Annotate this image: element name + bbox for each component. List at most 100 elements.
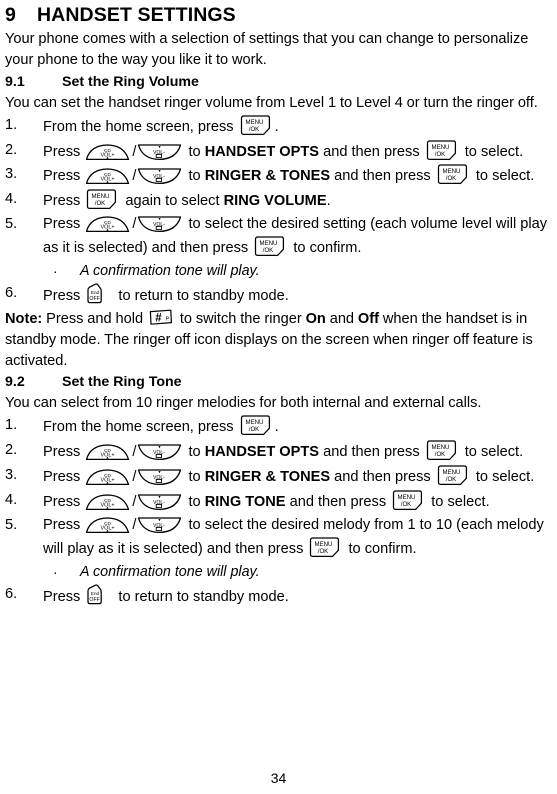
step-text: and then press xyxy=(319,143,424,160)
svg-text:VOL-: VOL- xyxy=(154,222,166,228)
vol-up-key: CD VOL+ xyxy=(85,516,131,534)
step-text: and then press xyxy=(285,493,391,510)
svg-text:/OK: /OK xyxy=(263,247,274,254)
step-text: again to select xyxy=(121,193,224,210)
vol-down-key: VOL- xyxy=(137,215,183,233)
svg-text:P: P xyxy=(166,317,170,323)
step-text: to return to standby mode. xyxy=(114,288,289,305)
step-text: / xyxy=(132,143,137,160)
vol-down-key: VOL- xyxy=(137,143,183,161)
step-text: to switch the ringer xyxy=(175,311,306,328)
step-text: to xyxy=(184,493,205,510)
step-item: 6. Press End OFF to return to standby mode… xyxy=(5,584,549,609)
menu-ok-key: MENU/OK xyxy=(437,465,470,486)
svg-text:/OK: /OK xyxy=(248,126,259,133)
step-number: 2. xyxy=(5,442,18,459)
step-item: 1. From the home screen, press MENU/OK. xyxy=(5,415,549,439)
vol-up-key: CD VOL+ xyxy=(85,143,131,161)
step-number: 4. xyxy=(5,491,18,508)
menu-ok-key: MENU/OK xyxy=(86,189,119,210)
vol-down-key: VOL- xyxy=(137,468,183,486)
vol-up-key: CD VOL+ xyxy=(85,493,131,511)
svg-text:VOL-: VOL- xyxy=(154,475,166,481)
step-text: to confirm. xyxy=(344,540,417,557)
emphasis-text: RING TONE xyxy=(204,493,286,510)
step-item: 4. Press CD VOL+ / VOL- to RING TONE and the… xyxy=(5,490,549,514)
vol-up-key: CD VOL+ xyxy=(85,443,131,461)
step-text: Press xyxy=(43,143,85,160)
sub-bullet-item: · A confirmation tone will play. xyxy=(5,562,549,583)
step-text: Press xyxy=(43,516,85,533)
svg-text:VOL-: VOL- xyxy=(154,450,166,456)
bullet-dot-icon: · xyxy=(53,563,58,580)
section-number: 9.1 xyxy=(5,73,25,90)
step-text: to return to standby mode. xyxy=(114,588,289,605)
emphasis-text: HANDSET OPTS xyxy=(204,444,320,461)
menu-ok-key: MENU/OK xyxy=(240,114,273,135)
step-text: Press xyxy=(43,493,85,510)
step-text: . xyxy=(274,118,279,135)
chapter-number: 9 xyxy=(5,4,16,26)
step-text: . xyxy=(326,193,331,210)
vol-up-key: CD VOL+ xyxy=(85,167,131,185)
svg-text:/OK: /OK xyxy=(318,548,329,555)
step-text: Press xyxy=(43,444,85,461)
step-number: 6. xyxy=(5,585,18,602)
step-text: to xyxy=(184,468,205,485)
svg-text:/OK: /OK xyxy=(95,200,106,207)
svg-text:VOL-: VOL- xyxy=(154,150,166,156)
step-list: 1. From the home screen, press MENU/OK. 2.… xyxy=(5,114,549,309)
vol-down-key: VOL- xyxy=(137,493,183,511)
end-off-key: End OFF xyxy=(86,283,112,304)
svg-text:/OK: /OK xyxy=(401,501,412,508)
svg-text:VOL-: VOL- xyxy=(154,523,166,529)
sections-container: 9.1 Set the Ring Volume You can set the ha… xyxy=(5,74,549,609)
section-intro: You can select from 10 ringer melodies f… xyxy=(5,395,482,412)
step-item: 2. Press CD VOL+ / VOL- to HANDSET OPTS and … xyxy=(5,440,549,464)
step-text: Press xyxy=(43,288,85,305)
step-text: Press and hold xyxy=(42,311,147,328)
step-text: . xyxy=(274,419,279,436)
svg-text:End: End xyxy=(91,291,100,296)
section-number: 9.2 xyxy=(5,374,25,391)
step-text: From the home screen, press xyxy=(43,118,238,135)
step-number: 3. xyxy=(5,466,18,483)
step-text: to select. xyxy=(460,143,524,160)
step-item: 6. Press End OFF to return to standby mode… xyxy=(5,283,549,308)
step-number: 1. xyxy=(5,417,18,434)
step-number: 3. xyxy=(5,166,18,183)
end-off-key: End OFF xyxy=(86,584,112,605)
menu-ok-key: MENU/OK xyxy=(309,537,342,557)
step-text: and then press xyxy=(319,444,424,461)
step-text: / xyxy=(132,468,137,485)
hash-key: # P xyxy=(149,309,174,326)
document-page: 9 HANDSET SETTINGS Your phone comes with … xyxy=(0,0,557,794)
step-text: Press xyxy=(43,588,85,605)
svg-text:VOL-: VOL- xyxy=(154,500,166,506)
step-text: / xyxy=(132,493,137,510)
menu-ok-key: MENU/OK xyxy=(426,440,459,461)
section-heading-9-2: 9.2 Set the Ring Tone xyxy=(5,374,549,391)
chapter-heading: 9 HANDSET SETTINGS xyxy=(5,4,549,26)
step-text: and then press xyxy=(330,168,435,185)
vol-up-key: CD VOL+ xyxy=(85,215,131,233)
step-text: Press xyxy=(43,193,85,210)
step-number: 1. xyxy=(5,116,18,133)
step-number: 4. xyxy=(5,191,18,208)
step-text: / xyxy=(132,168,137,185)
svg-text:#: # xyxy=(155,313,162,325)
note-paragraph: Note: Press and hold # P to switch the ri… xyxy=(5,309,549,371)
section-intro: You can set the handset ringer volume fr… xyxy=(5,94,538,111)
section-heading-9-1: 9.1 Set the Ring Volume xyxy=(5,74,549,91)
step-list: 1. From the home screen, press MENU/OK. 2.… xyxy=(5,415,549,609)
step-text: / xyxy=(132,516,137,533)
step-item: 5. Press CD VOL+ / VOL- to select the desire… xyxy=(5,515,549,561)
svg-text:/OK: /OK xyxy=(248,426,259,433)
emphasis-text: Note: xyxy=(5,311,43,328)
emphasis-text: RINGER & TONES xyxy=(204,168,331,185)
step-number: 5. xyxy=(5,216,18,233)
menu-ok-key: MENU/OK xyxy=(254,236,287,257)
svg-text:End: End xyxy=(91,591,100,596)
step-text: and xyxy=(325,311,358,328)
svg-text:OFF: OFF xyxy=(90,597,100,603)
